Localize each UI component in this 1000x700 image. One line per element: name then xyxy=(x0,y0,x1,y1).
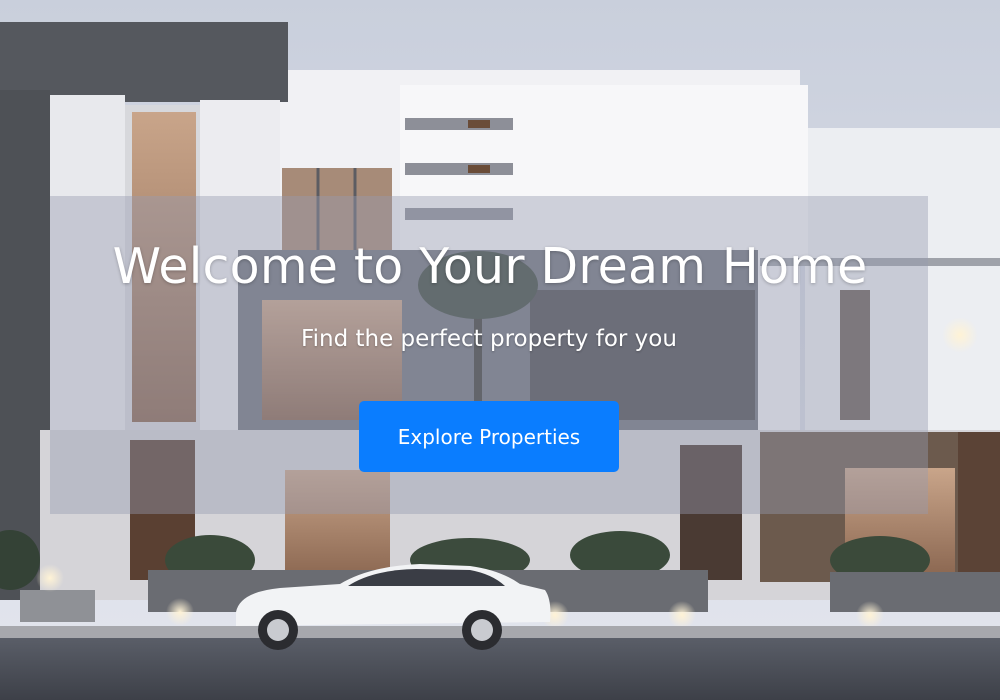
explore-properties-button[interactable]: Explore Properties xyxy=(359,401,619,472)
hero-subtitle: Find the perfect property for you xyxy=(301,326,677,352)
hero-title: Welcome to Your Dream Home xyxy=(112,238,868,295)
hero-section: Welcome to Your Dream Home Find the perf… xyxy=(0,0,1000,700)
